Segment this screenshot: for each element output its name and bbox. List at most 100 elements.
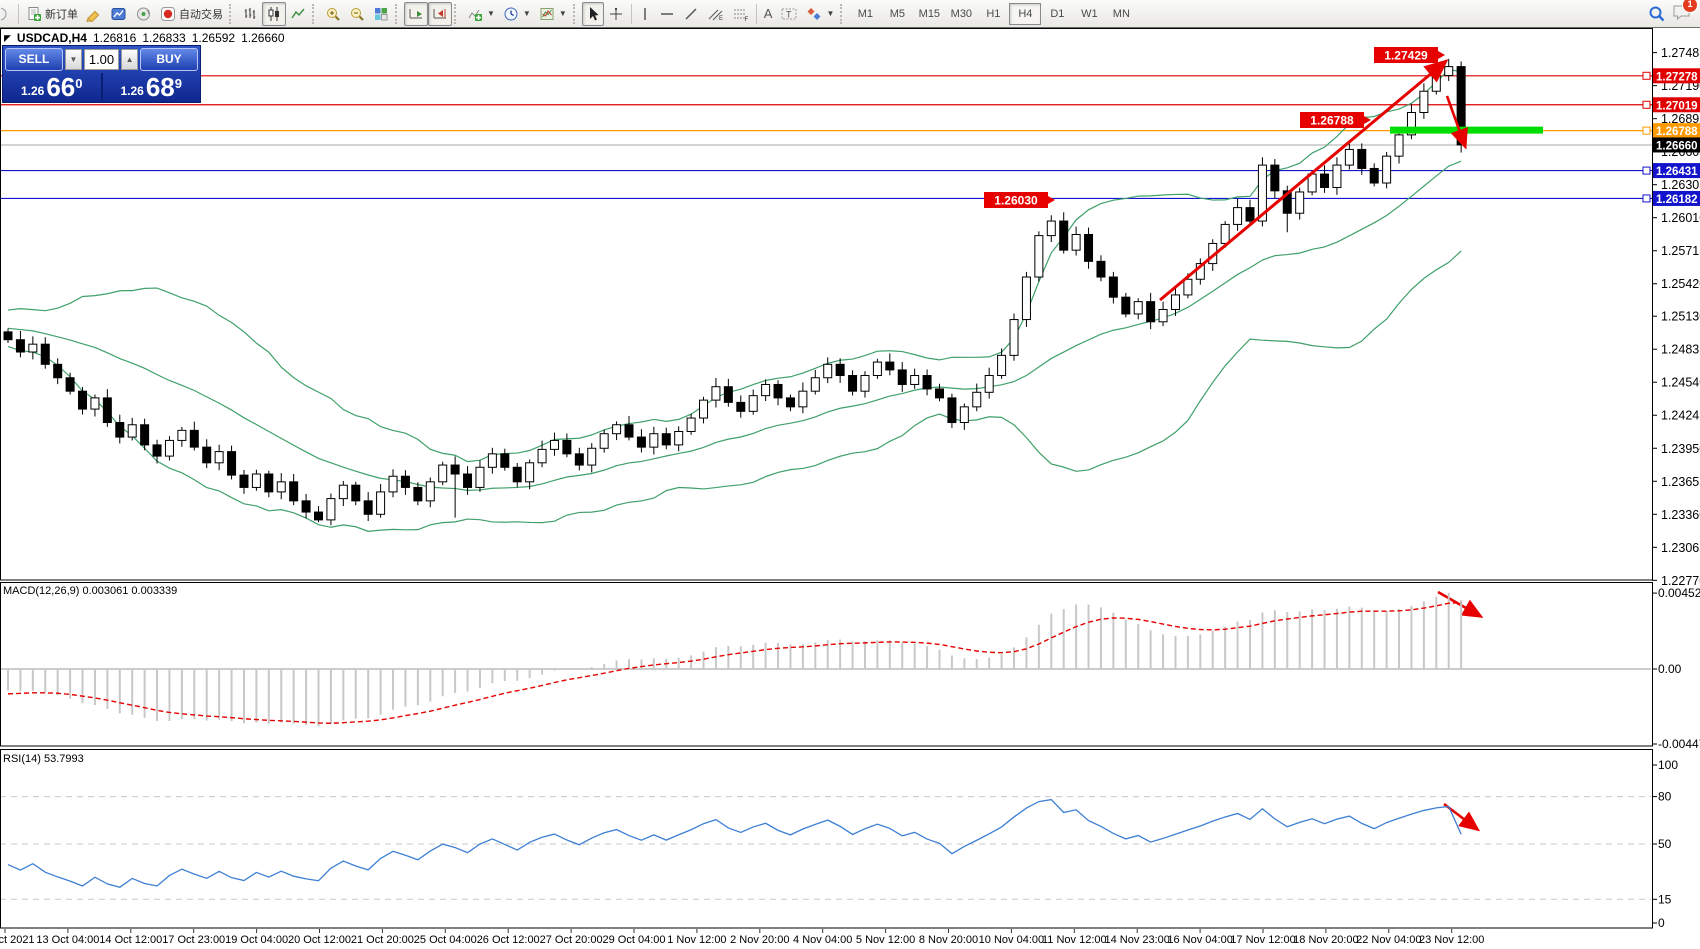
svg-text:14 Oct 12:00: 14 Oct 12:00 [99,934,162,946]
volume-increase-button[interactable]: ▲ [121,49,138,70]
trendline-tool-button[interactable] [679,2,703,26]
auto-trading-label: 自动交易 [179,6,223,22]
green-highlight-band[interactable] [1390,127,1543,134]
partial-icon [1,6,11,22]
timeframe-M30[interactable]: M30 [945,3,977,25]
auto-scroll-button[interactable] [404,2,428,26]
clipped-toolbar-icon[interactable] [0,2,15,26]
svg-text:2 Nov 20:00: 2 Nov 20:00 [730,934,789,946]
vertical-line-icon [639,6,651,22]
vertical-line-tool-button[interactable] [635,2,655,26]
market-watch-button[interactable] [106,2,131,26]
arrows-tool-button[interactable]: ▼ [802,2,838,26]
horizontal-lines[interactable] [0,72,1652,202]
timeframe-H4[interactable]: H4 [1009,3,1041,25]
periods-caret-icon: ▼ [523,9,531,18]
channel-tool-button[interactable]: E [703,2,728,26]
indicators-button[interactable]: ▼ [463,2,499,26]
cursor-tool-button[interactable] [582,2,604,26]
svg-text:1.26030: 1.26030 [994,194,1038,208]
price-callout[interactable]: 1.26788 [1300,112,1371,128]
alerts-button[interactable] [131,2,156,26]
zoom-in-button[interactable] [321,2,345,26]
candlestick-chart-icon [266,6,282,22]
svg-text:1.27278: 1.27278 [1656,71,1698,83]
fibonacci-tool-button[interactable]: F [728,2,753,26]
zoom-out-button[interactable] [345,2,369,26]
tile-windows-button[interactable] [369,2,393,26]
trendline[interactable] [1160,62,1445,300]
svg-text:14 Nov 23:00: 14 Nov 23:00 [1104,934,1169,946]
chart-canvas[interactable]: 1.274291.267881.260301.274851.271901.268… [0,0,1700,949]
svg-text:1.23655: 1.23655 [1661,475,1700,489]
clock-icon [503,6,519,22]
timeframe-D1[interactable]: D1 [1041,3,1073,25]
cursor-icon [586,6,600,22]
timeframe-group: M1M5M15M30H1H4D1W1MN [849,3,1137,25]
svg-text:29 Oct 04:00: 29 Oct 04:00 [603,934,666,946]
timeframe-W1[interactable]: W1 [1073,3,1105,25]
rsi-plot [0,797,1652,900]
notification-badge: 1 [1682,0,1698,13]
candlestick-chart-button[interactable] [262,2,286,26]
periods-button[interactable]: ▼ [499,2,535,26]
one-click-toggle-icon[interactable]: ◤ [4,33,11,44]
svg-text:15: 15 [1658,892,1672,906]
timeframe-M5[interactable]: M5 [881,3,913,25]
text-label-tool-button[interactable]: T [776,2,802,26]
buy-button[interactable]: BUY [140,48,198,71]
volume-decrease-button[interactable]: ▼ [65,49,82,70]
svg-text:1.26788: 1.26788 [1310,114,1354,128]
bollinger-bands [8,70,1461,532]
horizontal-line-tool-button[interactable] [655,2,679,26]
timeframe-H1[interactable]: H1 [977,3,1009,25]
auto-scroll-icon [408,6,424,22]
svg-text:T: T [786,9,792,19]
svg-text:26 Oct 12:00: 26 Oct 12:00 [477,934,540,946]
svg-text:27 Oct 20:00: 27 Oct 20:00 [540,934,603,946]
svg-text:50: 50 [1658,837,1672,851]
search-icon[interactable] [1648,5,1666,23]
time-axis[interactable]: 11 Oct 202113 Oct 04:0014 Oct 12:0017 Oc… [0,929,1484,946]
new-order-button[interactable]: 新订单 [22,2,82,26]
symbol-name: USDCAD,H4 [17,31,87,45]
sell-button[interactable]: SELL [5,48,63,71]
notifications-button[interactable]: 1 [1672,3,1692,24]
one-click-trading-panel: SELL ▼ 1.00 ▲ BUY 1.26 66 0 1.26 68 9 [2,45,201,103]
volume-input[interactable]: 1.00 [84,49,119,70]
timeframe-MN[interactable]: MN [1105,3,1137,25]
crosshair-tool-button[interactable] [604,2,628,26]
svg-text:1.24245: 1.24245 [1661,409,1700,423]
sell-price-prefix: 1.26 [21,83,44,99]
templates-button[interactable]: ▼ [535,2,571,26]
line-chart-button[interactable] [286,2,310,26]
buy-price[interactable]: 1.26 68 9 [103,73,201,101]
timeframe-M15[interactable]: M15 [913,3,945,25]
svg-text:1.26660: 1.26660 [1656,140,1698,152]
styler-button[interactable] [82,2,106,26]
sell-price-big: 66 [46,75,75,99]
pane-border [1,29,1653,581]
auto-trading-button[interactable]: 自动交易 [156,2,227,26]
bar-chart-button[interactable] [238,2,262,26]
svg-text:1.24835: 1.24835 [1661,343,1700,357]
svg-text:20 Oct 12:00: 20 Oct 12:00 [288,934,351,946]
svg-text:8 Nov 20:00: 8 Nov 20:00 [919,934,978,946]
text-tool-button[interactable]: A [760,2,777,26]
svg-text:1.26788: 1.26788 [1656,126,1698,138]
pane-border [1,750,1653,929]
macd-plot [0,593,1652,727]
timeframe-M1[interactable]: M1 [849,3,881,25]
fibonacci-icon: F [732,6,749,22]
svg-text:1.27429: 1.27429 [1384,49,1428,63]
annotations[interactable]: 1.27429 1.26788 1.26030 [984,47,1543,829]
text-tool-icon: A [764,6,773,21]
svg-text:13 Oct 04:00: 13 Oct 04:00 [36,934,99,946]
price-callout[interactable]: 1.27429 [1374,47,1445,63]
svg-text:21 Oct 20:00: 21 Oct 20:00 [351,934,414,946]
price-callout[interactable]: 1.26030 [984,192,1055,208]
equidistant-channel-icon: E [707,6,724,22]
chart-shift-button[interactable] [428,2,452,26]
red-arrow-1[interactable] [1438,592,1480,616]
sell-price[interactable]: 1.26 66 0 [3,73,101,101]
